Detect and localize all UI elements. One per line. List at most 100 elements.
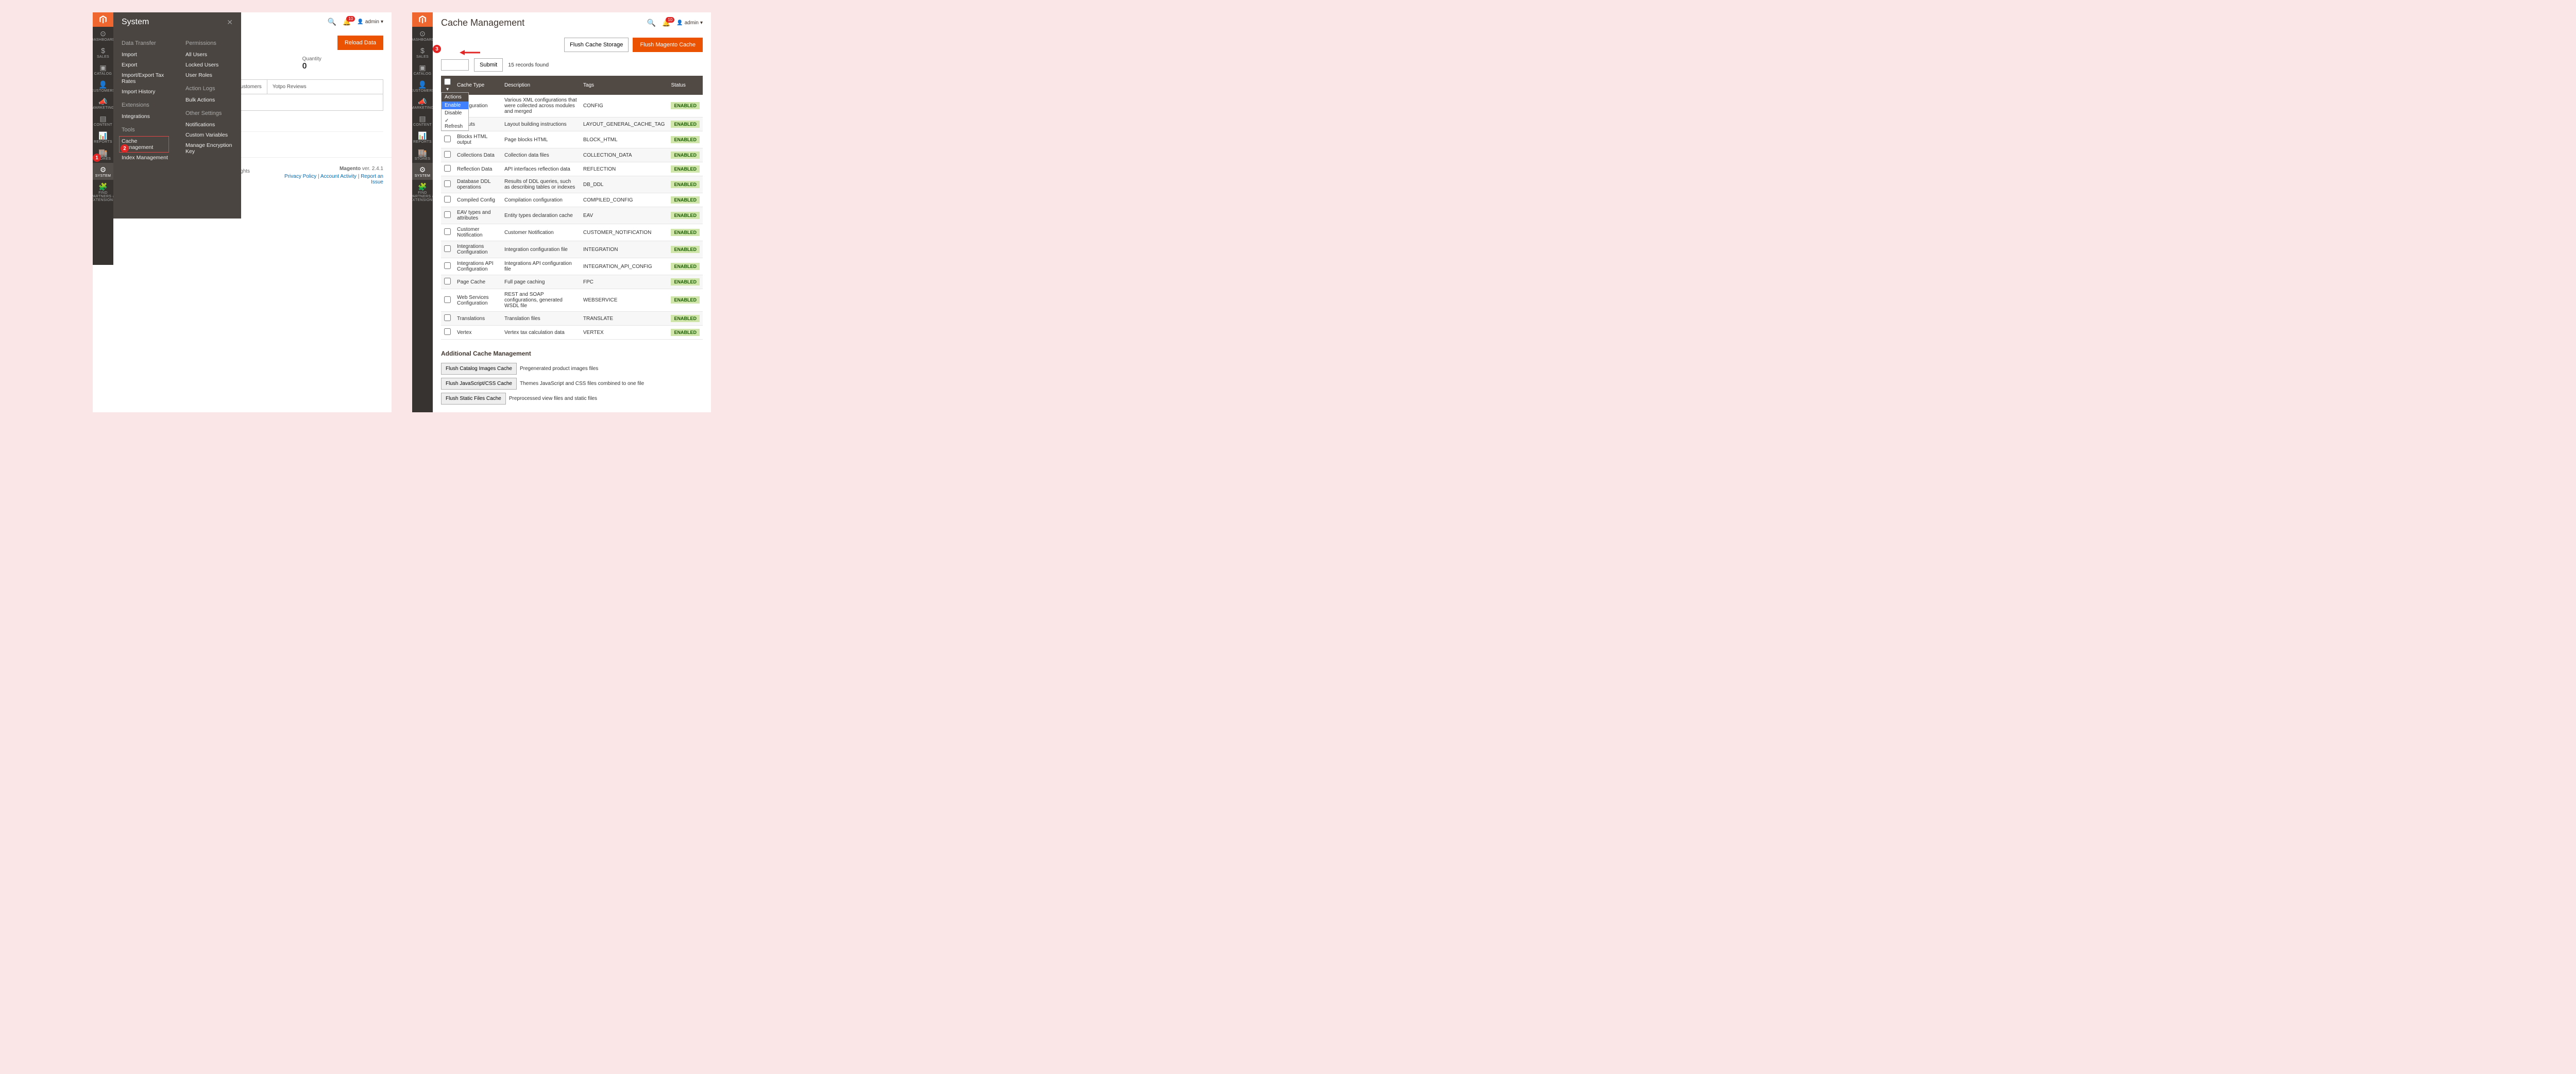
flush-button[interactable]: Flush JavaScript/CSS Cache [441,378,517,390]
cache-tag-cell: COMPILED_CONFIG [580,193,668,207]
row-checkbox[interactable] [444,262,451,269]
privacy-policy-link[interactable]: Privacy Policy [284,174,316,179]
flush-button[interactable]: Flush Static Files Cache [441,393,506,405]
cache-type-cell: Web Services Configuration [454,289,501,312]
sidebar-item-system[interactable]: ⚙SYSTEM [93,163,113,180]
actions-option-enable[interactable]: Enable [442,102,468,109]
admin-user-menu[interactable]: 👤 admin ▾ [357,19,383,25]
actions-dropdown-header: Actions [442,93,468,102]
cache-type-cell: Database DDL operations [454,176,501,193]
status-badge: ENABLED [671,196,700,204]
sidebar-item-content[interactable]: ▤CONTENT [412,112,433,129]
row-checkbox[interactable] [444,211,451,218]
sidebar-item-reports[interactable]: 📊REPORTS [412,129,433,146]
sales-icon: $ [101,47,105,54]
section-other: Other Settings [185,110,233,116]
sidebar-item-label: CONTENT [413,123,432,127]
page-title: Cache Management [441,18,524,28]
menu-link-locked-users[interactable]: Locked Users [185,60,233,70]
flush-magento-cache-button[interactable]: Flush Magento Cache [633,38,703,52]
additional-cache-row: Flush JavaScript/CSS CacheThemes JavaScr… [441,376,703,391]
additional-cache-title: Additional Cache Management [441,346,703,361]
sidebar-item-sales[interactable]: $SALES [93,44,113,61]
sidebar-item-label: MARKETING [93,106,114,110]
menu-link-import[interactable]: Import [122,49,169,60]
section-permissions: Permissions [185,40,233,46]
sidebar-item-catalog[interactable]: ▣CATALOG [412,61,433,78]
column-header[interactable]: Description [501,76,580,95]
content-icon: ▤ [419,115,426,122]
row-checkbox[interactable] [444,278,451,284]
search-icon[interactable]: 🔍 [647,19,656,27]
report-issue-link[interactable]: Report an Issue [361,174,383,185]
marketing-icon: 📣 [418,98,427,105]
row-checkbox[interactable] [444,328,451,335]
sidebar-item-dashboard[interactable]: ⊙DASHBOARD [93,27,113,44]
sidebar-item-find-partners-extensions[interactable]: 🧩FIND PARTNERS & EXTENSIONS [412,180,433,204]
menu-link-import-history[interactable]: Import History [122,87,169,97]
menu-link-user-roles[interactable]: User Roles [185,70,233,80]
row-checkbox[interactable] [444,136,451,142]
table-row: Customer NotificationCustomer Notificati… [441,224,703,241]
close-icon[interactable]: ✕ [227,18,233,27]
menu-link-import-export-tax-rates[interactable]: Import/Export Tax Rates [122,70,169,87]
notifications-icon[interactable]: 🔔10 [343,18,351,26]
row-checkbox[interactable] [444,296,451,303]
tab-yotpo-reviews[interactable]: Yotpo Reviews [267,80,312,94]
table-row: LayoutsLayout building instructionsLAYOU… [441,118,703,131]
flush-cache-storage-button[interactable]: Flush Cache Storage [564,38,629,52]
sidebar-item-marketing[interactable]: 📣MARKETING [93,95,113,112]
flush-desc: Preprocessed view files and static files [509,396,597,401]
magento-logo-icon[interactable] [93,12,113,27]
sidebar-item-customers[interactable]: 👤CUSTOMERS [412,78,433,95]
row-checkbox[interactable] [444,314,451,321]
search-icon[interactable]: 🔍 [328,18,336,26]
status-badge: ENABLED [671,296,700,304]
cache-type-cell: Blocks HTML output [454,131,501,148]
menu-link-custom-variables[interactable]: Custom Variables [185,130,233,140]
actions-option-refresh[interactable]: ✓ Refresh [442,117,468,130]
sidebar-item-catalog[interactable]: ▣CATALOG [93,61,113,78]
sidebar-item-dashboard[interactable]: ⊙DASHBOARD [412,27,433,44]
actions-dropdown[interactable]: Actions EnableDisable✓ Refresh [441,92,469,131]
menu-link-export[interactable]: Export [122,60,169,70]
column-header[interactable]: Status [668,76,703,95]
actions-option-disable[interactable]: Disable [442,109,468,117]
admin-user-menu[interactable]: 👤 admin ▾ [676,20,703,26]
account-activity-link[interactable]: Account Activity [320,174,357,179]
status-badge: ENABLED [671,229,700,236]
row-checkbox[interactable] [444,180,451,187]
select-all-checkbox[interactable] [444,78,451,85]
cache-type-cell: Translations [454,312,501,326]
reload-data-button[interactable]: Reload Data [337,36,383,50]
cache-desc-cell: Translation files [501,312,580,326]
sidebar-item-sales[interactable]: $SALES [412,44,433,61]
menu-link-notifications[interactable]: Notifications [185,120,233,130]
row-checkbox[interactable] [444,228,451,235]
magento-logo-icon[interactable] [412,12,433,27]
row-checkbox[interactable] [444,165,451,172]
reports-icon: 📊 [98,132,107,139]
sidebar-item-find-partners-extensions[interactable]: 🧩FIND PARTNERS & EXTENSIONS [93,180,113,204]
row-checkbox[interactable] [444,245,451,252]
row-checkbox[interactable] [444,196,451,203]
sidebar-item-label: SALES [416,55,429,59]
catalog-icon: ▣ [419,64,426,71]
sidebar-item-marketing[interactable]: 📣MARKETING [412,95,433,112]
menu-link-manage-encryption-key[interactable]: Manage Encryption Key [185,140,233,157]
notifications-icon[interactable]: 🔔10 [662,19,670,27]
sidebar-item-customers[interactable]: 👤CUSTOMERS [93,78,113,95]
menu-link-integrations[interactable]: Integrations [122,111,169,122]
sidebar-item-content[interactable]: ▤CONTENT [93,112,113,129]
sidebar-item-reports[interactable]: 📊REPORTS [93,129,113,146]
row-checkbox[interactable] [444,151,451,158]
cache-tag-cell: CUSTOMER_NOTIFICATION [580,224,668,241]
menu-link-bulk-actions[interactable]: Bulk Actions [185,95,233,105]
submit-button[interactable]: Submit [474,58,503,72]
sidebar-item-system[interactable]: ⚙SYSTEM [412,163,433,180]
menu-link-index-management[interactable]: Index Management [122,153,169,163]
column-header[interactable]: Tags [580,76,668,95]
sidebar-item-stores[interactable]: 🏬STORES [412,146,433,163]
menu-link-all-users[interactable]: All Users [185,49,233,60]
flush-button[interactable]: Flush Catalog Images Cache [441,363,517,375]
